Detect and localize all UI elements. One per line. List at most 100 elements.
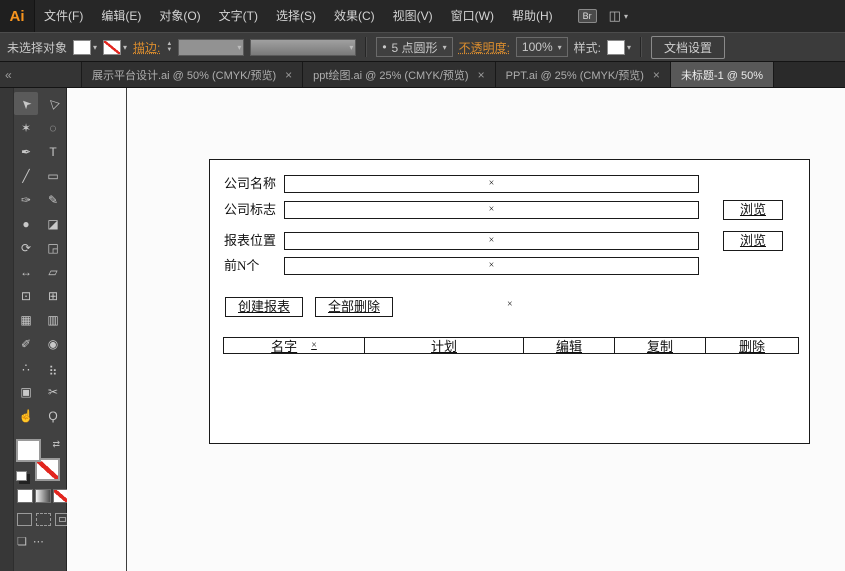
- dock-edge: [0, 88, 14, 571]
- more-options-icon[interactable]: ⋯: [33, 535, 44, 548]
- pen-tool-icon: ✒: [20, 144, 32, 159]
- artboard-tool-icon: ▣: [20, 384, 32, 399]
- type-tool[interactable]: T: [41, 140, 65, 163]
- close-icon[interactable]: ×: [478, 68, 485, 82]
- menu-help[interactable]: 帮助(H): [503, 0, 562, 32]
- swap-fill-stroke-icon[interactable]: ⇄: [52, 439, 60, 450]
- draw-normal-icon[interactable]: [17, 513, 32, 526]
- company-logo-input[interactable]: ×: [284, 201, 699, 219]
- line-segment-tool-icon: ╱: [22, 168, 30, 183]
- blend-tool[interactable]: ◉: [41, 332, 65, 355]
- menu-edit[interactable]: 编辑(E): [92, 0, 150, 32]
- tab-title: ppt绘图.ai @ 25% (CMYK/预览): [313, 69, 469, 82]
- brush-definition-dropdown[interactable]: • 5 点圆形 ▾: [376, 37, 453, 57]
- report-location-input[interactable]: ×: [284, 232, 699, 250]
- color-button[interactable]: [17, 489, 33, 503]
- table-header-plan[interactable]: 计划: [364, 337, 524, 354]
- zoom-tool-icon: Ϙ: [48, 408, 58, 423]
- company-name-input[interactable]: ×: [284, 175, 699, 193]
- free-transform-tool[interactable]: ▱: [41, 260, 65, 283]
- workspace-switcher[interactable]: ◫ ▾: [609, 8, 628, 24]
- menu-object[interactable]: 对象(O): [150, 0, 209, 32]
- screen-mode-icon[interactable]: ❏: [17, 535, 27, 548]
- table-header-copy[interactable]: 复制: [614, 337, 706, 354]
- artboard-tool[interactable]: ▣: [14, 380, 38, 403]
- gradient-tool[interactable]: ▥: [41, 308, 65, 331]
- app-logo: Ai: [0, 0, 35, 32]
- fill-color-dropdown[interactable]: ▾: [73, 39, 97, 55]
- menu-file[interactable]: 文件(F): [35, 0, 92, 32]
- close-icon[interactable]: ×: [285, 68, 292, 82]
- draw-behind-icon[interactable]: [36, 513, 51, 526]
- document-tab-3[interactable]: PPT.ai @ 25% (CMYK/预览) ×: [495, 62, 671, 87]
- rotate-tool[interactable]: ⟳: [14, 236, 38, 259]
- symbol-sprayer-tool[interactable]: ∴: [14, 356, 38, 379]
- width-tool[interactable]: ↔: [14, 260, 38, 283]
- close-icon[interactable]: ×: [653, 68, 660, 82]
- menu-select[interactable]: 选择(S): [267, 0, 325, 32]
- pen-tool[interactable]: ✒: [14, 140, 38, 163]
- tools-panel-collapse[interactable]: «: [0, 62, 82, 87]
- pencil-tool[interactable]: ✎: [41, 188, 65, 211]
- opacity-dropdown[interactable]: 100% ▾: [515, 37, 568, 57]
- delete-all-button[interactable]: 全部删除: [315, 297, 393, 317]
- table-header-edit[interactable]: 编辑: [523, 337, 615, 354]
- zoom-tool[interactable]: Ϙ: [41, 404, 65, 427]
- default-fill-stroke-icon[interactable]: [16, 471, 27, 481]
- top-n-input[interactable]: ×: [284, 257, 699, 275]
- style-dropdown[interactable]: ▾: [606, 39, 631, 55]
- document-canvas[interactable]: 公司名称 × 公司标志 × 浏览 报表位置 × 浏览 前N个 × 创建报表 全部…: [67, 88, 845, 571]
- magic-wand-tool[interactable]: ✶: [14, 116, 38, 139]
- stroke-color-dropdown[interactable]: ▾: [103, 39, 127, 55]
- paintbrush-tool[interactable]: ✑: [14, 188, 38, 211]
- report-table-header: 名字 × 计划 编辑 复制 删除: [223, 337, 799, 354]
- direct-selection-tool[interactable]: ▷: [41, 92, 65, 115]
- stroke-panel-link[interactable]: 描边:: [133, 39, 160, 56]
- column-graph-tool[interactable]: ⣦: [41, 356, 65, 379]
- illustrator-window: Ai 文件(F) 编辑(E) 对象(O) 文字(T) 选择(S) 效果(C) 视…: [0, 0, 845, 571]
- variable-width-profile-dropdown[interactable]: ▾: [250, 38, 357, 56]
- type-tool-icon: T: [49, 144, 57, 159]
- create-report-button[interactable]: 创建报表: [225, 297, 303, 317]
- browse-location-button[interactable]: 浏览: [723, 231, 783, 251]
- selection-tool[interactable]: ➤: [14, 92, 38, 115]
- blob-brush-tool[interactable]: ●: [14, 212, 38, 235]
- lasso-tool[interactable]: ◌: [41, 116, 65, 139]
- document-tab-1[interactable]: 展示平台设计.ai @ 50% (CMYK/预览) ×: [82, 62, 304, 87]
- menu-type[interactable]: 文字(T): [210, 0, 267, 32]
- gradient-button[interactable]: [35, 489, 51, 503]
- artboard-form-mockup[interactable]: 公司名称 × 公司标志 × 浏览 报表位置 × 浏览 前N个 × 创建报表 全部…: [209, 159, 810, 444]
- rectangle-tool[interactable]: ▭: [41, 164, 65, 187]
- document-tab-4-active[interactable]: 未标题-1 @ 50%: [670, 62, 775, 87]
- fill-color-swatch[interactable]: [16, 439, 41, 462]
- document-setup-button[interactable]: 文档设置: [651, 35, 726, 59]
- line-segment-tool[interactable]: ╱: [14, 164, 38, 187]
- browse-logo-button[interactable]: 浏览: [723, 200, 783, 220]
- eraser-tool[interactable]: ◪: [41, 212, 65, 235]
- tools-inner: ➤ ▷ ✶ ◌ ✒ T ╱ ▭ ✑ ✎ ● ◪ ⟳ ◲ ↔ ▱ ⊡ ⊞ ▦ ▥ …: [13, 88, 70, 548]
- table-header-name[interactable]: 名字 ×: [223, 337, 365, 354]
- fill-stroke-widget: ⇄: [16, 439, 60, 481]
- document-tab-2[interactable]: ppt绘图.ai @ 25% (CMYK/预览) ×: [303, 62, 496, 87]
- scale-tool[interactable]: ◲: [41, 236, 65, 259]
- eyedropper-tool[interactable]: ✐: [14, 332, 38, 355]
- shape-builder-tool[interactable]: ⊡: [14, 284, 38, 307]
- stepper-down-icon: ▼: [166, 47, 173, 53]
- menu-view[interactable]: 视图(V): [384, 0, 442, 32]
- stroke-weight-dropdown[interactable]: ▾: [178, 38, 245, 56]
- slice-tool[interactable]: ✂: [41, 380, 65, 403]
- opacity-panel-link[interactable]: 不透明度:: [459, 39, 510, 56]
- menu-window[interactable]: 窗口(W): [442, 0, 503, 32]
- opacity-value: 100%: [521, 40, 553, 54]
- hand-tool[interactable]: ☝: [14, 404, 38, 427]
- hand-tool-icon: ☝: [18, 408, 34, 423]
- mesh-tool[interactable]: ▦: [14, 308, 38, 331]
- menu-effect[interactable]: 效果(C): [325, 0, 384, 32]
- bridge-icon[interactable]: Br: [577, 9, 597, 23]
- placeholder-mark: ×: [488, 260, 495, 271]
- stroke-none-swatch: [103, 39, 122, 55]
- header-label: 名字: [271, 339, 298, 354]
- stroke-weight-stepper[interactable]: ▲ ▼: [166, 41, 172, 53]
- table-header-delete[interactable]: 删除: [705, 337, 799, 354]
- perspective-grid-tool[interactable]: ⊞: [41, 284, 65, 307]
